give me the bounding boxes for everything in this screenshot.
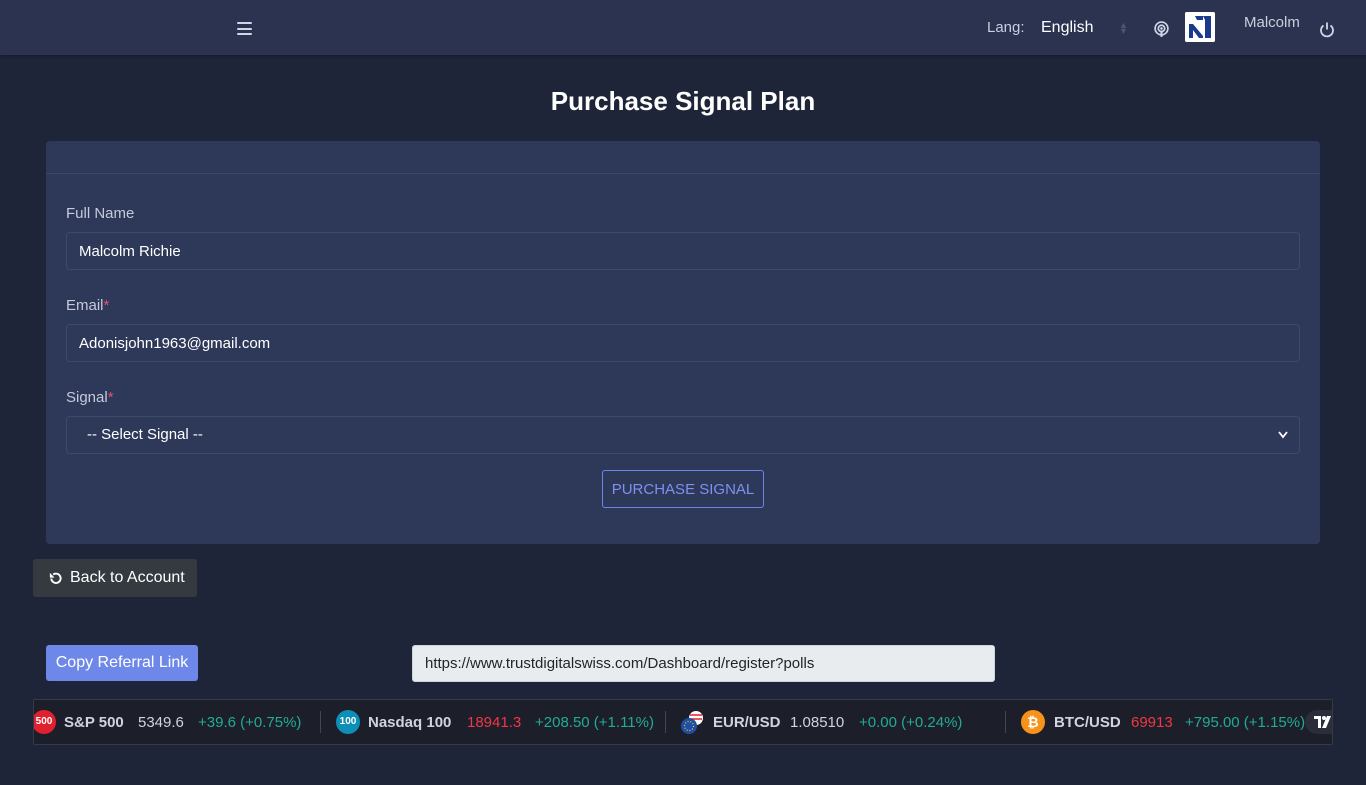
signal-select[interactable]: -- Select Signal --	[66, 416, 1300, 454]
purchase-signal-button[interactable]: PURCHASE SIGNAL	[602, 470, 764, 508]
full-name-input[interactable]	[66, 232, 1300, 270]
ticker-price: 5349.6	[138, 714, 184, 731]
nasdaq-badge-icon: 100	[336, 710, 360, 734]
ticker-change: +795.00 (+1.15%)	[1185, 714, 1306, 731]
undo-icon	[49, 572, 62, 584]
required-mark: *	[103, 297, 110, 314]
copy-referral-link-button[interactable]: Copy Referral Link	[46, 645, 198, 681]
user-name[interactable]: Malcolm	[1244, 14, 1300, 31]
signal-label: Signal*	[66, 389, 114, 406]
menu-icon[interactable]	[237, 22, 252, 35]
ticker-name: EUR/USD	[713, 714, 781, 731]
card-header	[46, 141, 1320, 174]
full-name-label: Full Name	[66, 205, 135, 222]
ticker-divider	[665, 711, 666, 733]
eur-usd-flag-icon	[681, 711, 703, 734]
top-navbar: Lang: English ▲ ▼ Malcolm	[0, 0, 1366, 55]
page-title: Purchase Signal Plan	[550, 86, 816, 116]
ticker-price: 18941.3	[467, 714, 522, 731]
lang-label: Lang:	[987, 19, 1025, 36]
required-mark: *	[107, 389, 114, 406]
chevron-updown-icon[interactable]: ▲ ▼	[1119, 21, 1128, 36]
brand-logo-icon[interactable]	[1185, 12, 1215, 42]
ticker-price: 69913	[1131, 714, 1173, 731]
ticker-price: 1.08510	[790, 714, 845, 731]
language-select[interactable]: English	[1041, 19, 1093, 37]
sp500-badge-icon: 500	[34, 710, 56, 734]
bitcoin-badge-icon: ₿	[1021, 710, 1045, 734]
ticker-name: BTC/USD	[1054, 714, 1121, 731]
ticker-name: Nasdaq 100	[368, 714, 452, 731]
ticker-divider	[320, 711, 321, 733]
email-input[interactable]	[66, 324, 1300, 362]
ticker-change: +39.6 (+0.75%)	[198, 714, 302, 731]
email-label: Email*	[66, 297, 110, 314]
back-to-account-button[interactable]: Back to Account	[33, 559, 197, 597]
market-ticker: 500 S&P 500 5349.6 +39.6 (+0.75%) 100 Na…	[33, 699, 1333, 745]
purchase-form-card: Full Name Email* Signal* -- Select Signa…	[46, 141, 1320, 544]
power-icon[interactable]	[1319, 21, 1335, 38]
chevron-down-icon	[1278, 431, 1288, 439]
back-to-account-label: Back to Account	[70, 569, 185, 586]
ticker-change: +0.00 (+0.24%)	[859, 714, 963, 731]
signal-select-value: -- Select Signal --	[87, 426, 203, 443]
podcast-icon[interactable]	[1153, 21, 1170, 38]
ticker-change: +208.50 (+1.11%)	[535, 714, 654, 731]
ticker-divider	[1005, 711, 1006, 733]
tradingview-logo-icon[interactable]	[1305, 710, 1332, 734]
ticker-name: S&P 500	[64, 714, 124, 731]
referral-link-input[interactable]: https://www.trustdigitalswiss.com/Dashbo…	[412, 645, 995, 682]
